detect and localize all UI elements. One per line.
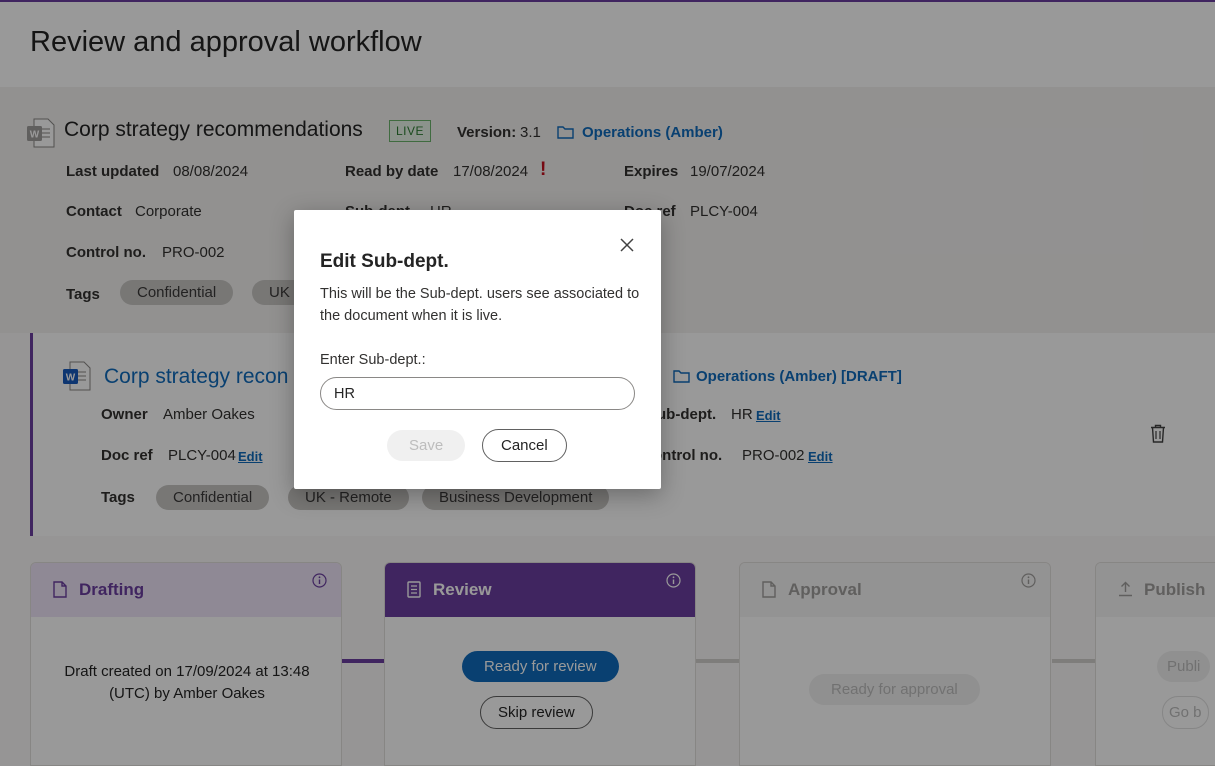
- close-icon[interactable]: [617, 235, 637, 255]
- subdept-input[interactable]: [320, 377, 635, 410]
- edit-subdept-dialog: Edit Sub-dept. This will be the Sub-dept…: [294, 210, 661, 489]
- dialog-description: This will be the Sub-dept. users see ass…: [320, 286, 640, 324]
- cancel-button[interactable]: Cancel: [482, 429, 567, 462]
- dialog-title: Edit Sub-dept.: [320, 251, 449, 272]
- subdept-input-label: Enter Sub-dept.:: [320, 352, 426, 368]
- save-button[interactable]: Save: [387, 430, 466, 461]
